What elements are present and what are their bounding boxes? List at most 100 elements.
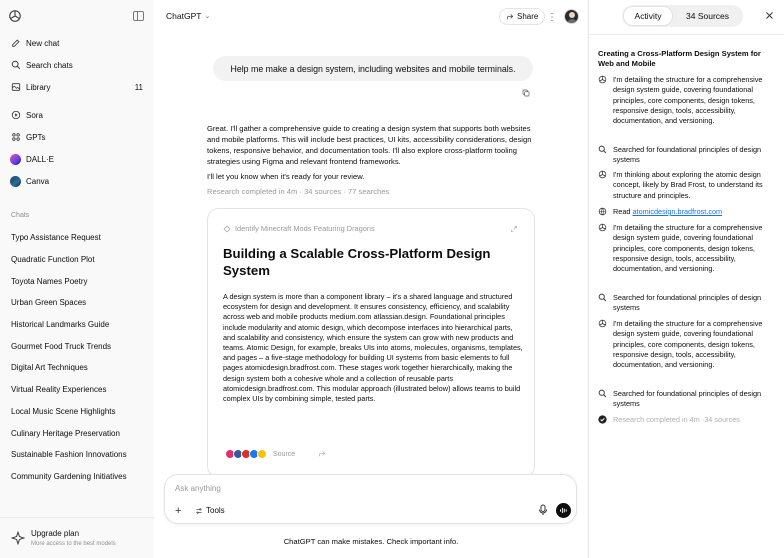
chat-history-item[interactable]: Gourmet Food Truck Trends [5, 337, 149, 355]
activity-text: I'm detailing the structure for a compre… [613, 319, 763, 370]
chat-history-item[interactable]: Culinary Heritage Preservation [5, 424, 149, 442]
canva-button[interactable]: Canva [5, 172, 149, 190]
sidebar: New chat Search chats Library 11 Sora GP… [0, 0, 154, 558]
library-button[interactable]: Library 11 [5, 78, 149, 96]
dalle-button[interactable]: DALL·E [5, 150, 149, 168]
report-header: Identify Minecraft Mods Featuring Dragon… [223, 224, 375, 233]
report-title: Building a Scalable Cross-Platform Desig… [223, 246, 491, 278]
chevron-down-icon: ⌄ [204, 13, 211, 20]
source-favicon [257, 449, 267, 459]
openai-logo-icon[interactable] [8, 9, 22, 23]
read-prefix: Read [613, 207, 633, 216]
message-composer: + Tools [164, 474, 577, 524]
gpts-label: GPTs [26, 132, 46, 142]
disclaimer-text: ChatGPT can make mistakes. Check importa… [283, 537, 459, 546]
microphone-icon[interactable] [538, 504, 548, 516]
share-link-icon[interactable] [318, 450, 326, 458]
message-input[interactable] [175, 484, 475, 493]
globe-icon [598, 207, 607, 216]
tab-activity[interactable]: Activity [624, 7, 672, 25]
search-chats-label: Search chats [26, 60, 73, 70]
search-icon [598, 145, 607, 154]
waveform-icon [560, 507, 567, 514]
sidebar-header [0, 0, 154, 34]
activity-text: Searched for foundational principles of … [613, 293, 762, 313]
grid-icon [10, 132, 21, 143]
voice-mode-button[interactable] [556, 503, 571, 518]
activity-text: Searched for foundational principles of … [613, 145, 762, 165]
sources-label: Source [273, 450, 296, 458]
panel-divider [589, 34, 784, 35]
new-chat-label: New chat [26, 38, 60, 48]
tab-sources[interactable]: 34 Sources [676, 7, 739, 25]
activity-item: I'm detailing the structure for a compre… [598, 75, 780, 126]
expand-icon[interactable] [510, 225, 518, 233]
report-header-text: Identify Minecraft Mods Featuring Dragon… [235, 224, 375, 233]
canva-avatar [10, 175, 21, 187]
upgrade-subtitle: More access to the best models [31, 541, 116, 547]
chat-history-item[interactable]: Virtual Reality Experiences [5, 380, 149, 398]
chat-history-item[interactable]: Digital Art Techniques [5, 358, 149, 376]
library-icon [10, 82, 21, 93]
close-icon[interactable] [765, 11, 774, 20]
model-name: ChatGPT [166, 11, 202, 21]
research-report-card[interactable]: Identify Minecraft Mods Featuring Dragon… [207, 208, 535, 478]
chat-history-item[interactable]: Quadratic Function Plot [5, 250, 149, 268]
activity-item: Read atomicdesign.bradfrost.com [598, 207, 780, 217]
more-options-icon[interactable]: ⋮ [547, 10, 557, 24]
activity-title: Creating a Cross-Platform Design System … [598, 49, 761, 68]
sources-button[interactable]: Source [225, 447, 295, 461]
activity-item: Searched for foundational principles of … [598, 145, 780, 166]
share-button[interactable]: Share [499, 8, 546, 25]
sidebar-toggle-icon[interactable] [133, 11, 144, 21]
openai-icon [598, 170, 607, 179]
report-body: A design system is more than a component… [223, 292, 523, 404]
check-icon [598, 415, 607, 424]
panel-tabs: Activity 34 Sources [622, 5, 743, 27]
chat-history-item[interactable]: Typo Assistance Request [5, 228, 149, 246]
openai-icon [598, 223, 607, 232]
activity-text: I'm detailing the structure for a compre… [613, 223, 763, 274]
main-chat-area: ChatGPT ⌄ Share ⋮ Help me make a design … [154, 0, 588, 558]
chat-history-item[interactable]: Sustainable Fashion Innovations [5, 445, 149, 463]
user-message: Help me make a design system, including … [213, 56, 533, 81]
new-chat-button[interactable]: New chat [5, 34, 149, 52]
chat-history-item[interactable]: Toyota Names Poetry [5, 272, 149, 290]
play-icon [10, 110, 21, 121]
plus-icon[interactable]: + [175, 505, 181, 517]
library-count: 11 [134, 82, 143, 92]
tools-button[interactable]: Tools [195, 506, 225, 515]
edit-icon [10, 38, 21, 49]
sora-button[interactable]: Sora [5, 106, 149, 124]
chat-history-item[interactable]: Historical Landmarks Guide [5, 315, 149, 333]
activity-panel: Activity 34 Sources Creating a Cross-Pla… [588, 0, 784, 558]
research-status: Research completed in 4m · 34 sources · … [207, 187, 390, 196]
model-selector[interactable]: ChatGPT ⌄ [166, 11, 210, 21]
activity-item: I'm detailing the structure for a compre… [598, 319, 780, 370]
chat-history-item[interactable]: Local Music Scene Highlights [5, 402, 149, 420]
search-icon [10, 60, 21, 71]
activity-text: Read atomicdesign.bradfrost.com [613, 207, 771, 217]
search-icon [598, 293, 607, 302]
activity-item: Searched for foundational principles of … [598, 293, 780, 314]
user-avatar[interactable] [564, 9, 579, 24]
upgrade-title: Upgrade plan [31, 529, 80, 538]
share-icon [507, 13, 514, 19]
activity-text: I'm detailing the structure for a compre… [613, 75, 763, 126]
dalle-avatar [10, 153, 21, 165]
activity-item: I'm thinking about exploring the atomic … [598, 170, 780, 201]
source-link[interactable]: atomicdesign.bradfrost.com [632, 207, 722, 216]
chat-history-item[interactable]: Community Gardening Initiatives [5, 467, 149, 485]
share-label: Share [517, 12, 539, 21]
chat-history-item[interactable]: Urban Green Spaces [5, 293, 149, 311]
activity-item: Searched for foundational principles of … [598, 389, 780, 410]
assistant-followup: I'll let you know when it's ready for yo… [207, 172, 365, 181]
research-icon [223, 225, 231, 232]
search-chats-button[interactable]: Search chats [5, 56, 149, 74]
copy-icon[interactable] [522, 89, 530, 97]
activity-text: I'm thinking about exploring the atomic … [613, 170, 763, 200]
sparkle-icon [11, 531, 25, 545]
upgrade-plan-button[interactable]: Upgrade plan More access to the best mod… [0, 517, 154, 558]
search-icon [598, 389, 607, 398]
gpts-button[interactable]: GPTs [5, 128, 149, 146]
